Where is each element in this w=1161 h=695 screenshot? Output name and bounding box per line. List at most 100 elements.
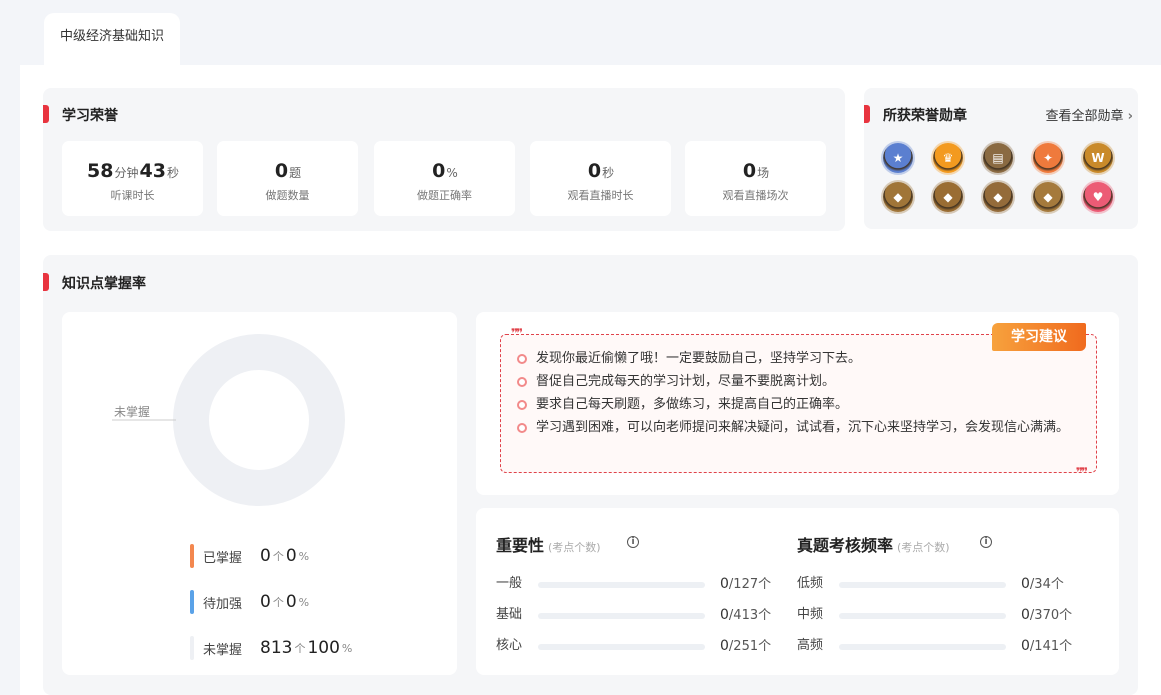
legend-item: 已掌握 0 个 0% (190, 543, 311, 569)
row-total: /141个 (1029, 639, 1073, 654)
distribution-card: 重要性 (考点个数) i 真题考核频率 (考点个数) i 一般 0/127个 基础 0/4… (476, 508, 1119, 675)
stat-label: 观看直播场次 (722, 189, 789, 202)
importance-info-icon[interactable]: i (627, 536, 639, 548)
tab-course[interactable]: 中级经济基础知识 (44, 13, 180, 65)
advice-text: 发现你最近偷懒了哦！一定要鼓励自己，坚持学习下去。 (536, 351, 862, 366)
progress-track (839, 644, 1006, 650)
advice-text: 督促自己完成每天的学习计划，尽量不要脱离计划。 (536, 374, 836, 389)
quote-close-icon: ❞❞ (1075, 465, 1088, 479)
importance-row: 核心 0/251个 (496, 636, 776, 656)
mastery-chart-card: 未掌握 已掌握 0 个 0% 待加强 0 个 0% 未掌握 813 个 100% (62, 312, 457, 675)
legend-item: 未掌握 813 个 100% (190, 635, 354, 661)
legend-name: 已掌握 (203, 550, 243, 566)
main-content: 学习荣誉 58分钟43秒 听课时长 0题 做题数量 0% 做题正确率 0秒 观看直播时长 0场观… (20, 65, 1161, 695)
advice-text: 学习遇到困难，可以向老师提问来解决疑问，试试看，沉下心来坚持学习，会发现信心满满… (536, 420, 1070, 435)
stat-number: 0 (432, 160, 446, 182)
legend-name: 待加强 (203, 596, 243, 612)
progress-track (538, 644, 705, 650)
bronze-shield-3-icon[interactable]: ◆ (983, 182, 1013, 212)
stat-label: 观看直播时长 (567, 189, 634, 202)
legend-color-bar (190, 590, 194, 614)
bullet-dot-icon (517, 354, 527, 364)
row-label: 低频 (797, 576, 824, 591)
legend-percent-unit: % (341, 641, 353, 655)
bronze-shield-2-icon[interactable]: ◆ (933, 182, 963, 212)
stat-unit: 秒 (166, 166, 179, 180)
frequency-info-icon[interactable]: i (980, 536, 992, 548)
stat-value: 0题 (217, 159, 358, 183)
legend-count: 0 (260, 546, 271, 566)
stat-number: 0 (274, 160, 289, 182)
orange-medal-icon[interactable]: ♛ (933, 143, 963, 173)
stat-card: 0% 做题正确率 (374, 141, 515, 216)
stat-unit: 题 (289, 166, 302, 180)
row-total: /34个 (1029, 577, 1064, 592)
legend-count: 0 (260, 592, 271, 612)
frequency-row: 中频 0/370个 (797, 605, 1077, 625)
stat-label: 听课时长 (110, 189, 155, 202)
frequency-row: 高频 0/141个 (797, 636, 1077, 656)
advice-box: ❞❞ ❞❞ 学习建议 发现你最近偷懒了哦！一定要鼓励自己，坚持学习下去。 督促自己… (500, 323, 1097, 479)
importance-row: 一般 0/127个 (496, 574, 776, 594)
stat-number: 58 (87, 160, 114, 182)
stat-unit: 分钟 (114, 166, 139, 180)
top-tab-bar (20, 4, 1161, 65)
pink-medal-icon[interactable]: ♥ (1083, 182, 1113, 212)
frequency-title: 真题考核频率 (考点个数) (797, 532, 950, 556)
stat-value: 0秒 (530, 159, 671, 183)
progress-track (538, 582, 705, 588)
frequency-title-text: 真题考核频率 (797, 536, 894, 555)
row-done: 0 (720, 576, 729, 592)
legend-count: 813 (260, 638, 293, 658)
star-medal-icon[interactable]: ★ (883, 143, 913, 173)
w-medal-icon[interactable]: W (1083, 143, 1113, 173)
legend-percent: 0 (285, 592, 297, 612)
row-total: /413个 (728, 608, 772, 623)
legend-percent-unit: % (298, 595, 310, 609)
stat-card: 0场观看直播场次 (685, 141, 826, 216)
row-label: 核心 (496, 638, 523, 653)
stat-value: 0场 (685, 159, 826, 183)
advice-item: 督促自己完成每天的学习计划，尽量不要脱离计划。 (516, 372, 1076, 392)
bronze-shield-1-icon[interactable]: ◆ (883, 182, 913, 212)
bronze-shield-4-icon[interactable]: ◆ (1033, 182, 1063, 212)
row-done: 0 (720, 638, 729, 654)
stat-card: 58分钟43秒 听课时长 (62, 141, 203, 216)
row-label: 中频 (797, 607, 824, 622)
rocket-medal-icon[interactable]: ✦ (1033, 143, 1063, 173)
mastery-title: 知识点掌握率 (62, 276, 146, 292)
row-done: 0 (720, 607, 729, 623)
advice-tag: 学习建议 (992, 323, 1086, 351)
row-done: 0 (1021, 607, 1030, 623)
frequency-row: 低频 0/34个 (797, 574, 1077, 594)
advice-item: 学习遇到困难，可以向老师提问来解决疑问，试试看，沉下心来坚持学习，会发现信心满满… (516, 418, 1076, 438)
badges-title: 所获荣誉勋章 (883, 108, 967, 124)
frequency-subtitle: (考点个数) (897, 541, 950, 554)
stat-unit: % (446, 166, 458, 180)
row-value: 0/251个 (720, 636, 771, 657)
stat-card: 0秒观看直播时长 (530, 141, 671, 216)
progress-track (538, 613, 705, 619)
view-all-badges-label: 查看全部勋章 (1045, 109, 1124, 124)
importance-title-text: 重要性 (496, 536, 545, 555)
chevron-right-icon: › (1127, 109, 1133, 124)
advice-item: 发现你最近偷懒了哦！一定要鼓励自己，坚持学习下去。 (516, 349, 1076, 369)
row-value: 0/370个 (1021, 605, 1072, 626)
view-all-badges-link[interactable]: 查看全部勋章 › (1045, 105, 1133, 124)
mastery-panel: 知识点掌握率 未掌握 已掌握 0 个 0% 待加强 0 个 0% 未掌握 813 个 100% ❞❞ … (43, 255, 1138, 695)
importance-title: 重要性 (考点个数) (496, 532, 601, 556)
legend-color-bar (190, 636, 194, 660)
progress-track (839, 582, 1006, 588)
legend-percent: 0 (285, 546, 297, 566)
legend-count-unit: 个 (294, 642, 306, 655)
donut-slice-2 (173, 334, 345, 506)
mastery-donut-chart: 未掌握 (112, 334, 345, 506)
importance-subtitle: (考点个数) (548, 541, 601, 554)
row-total: /251个 (728, 639, 772, 654)
row-total: /370个 (1029, 608, 1073, 623)
book-medal-icon[interactable]: ▤ (983, 143, 1013, 173)
stat-unit: 场 (757, 166, 770, 180)
legend-percent-unit: % (298, 549, 310, 563)
row-value: 0/34个 (1021, 574, 1064, 595)
row-done: 0 (1021, 576, 1030, 592)
